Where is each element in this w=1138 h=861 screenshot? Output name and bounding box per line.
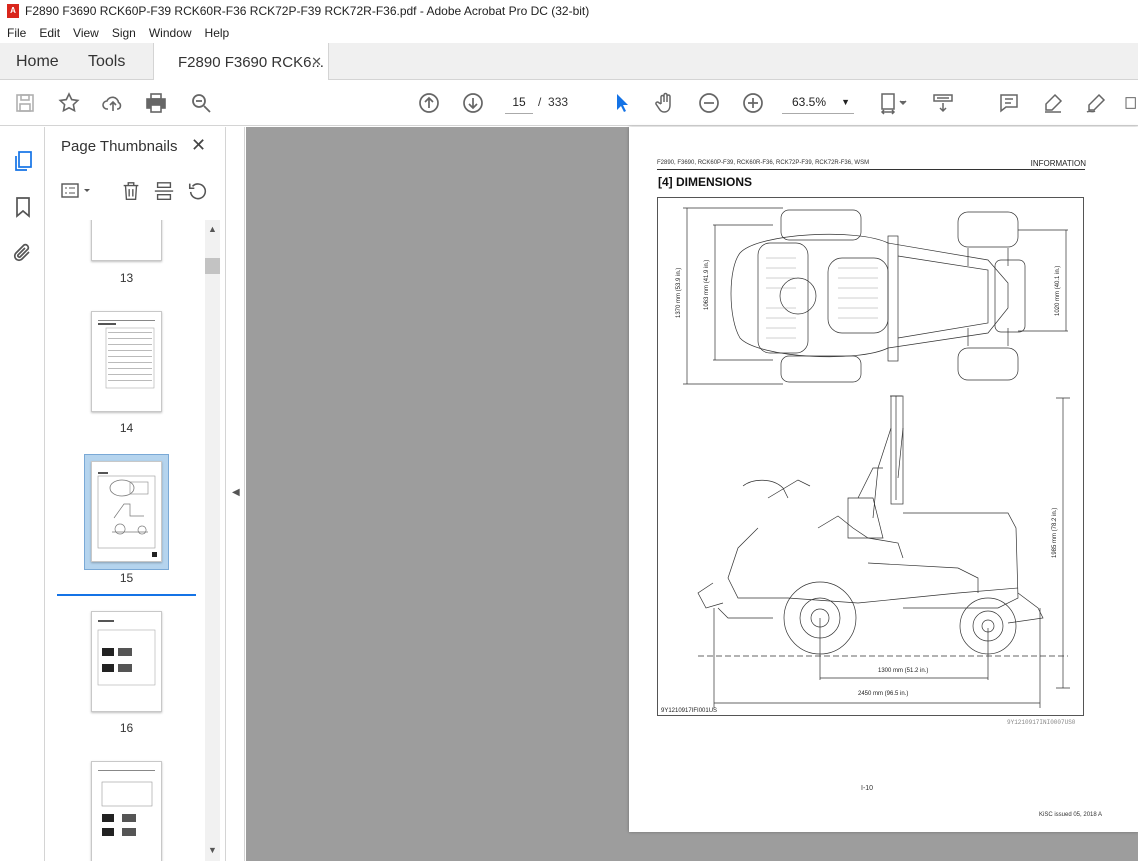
hand-tool-icon[interactable] <box>652 90 678 116</box>
scrollbar-thumb[interactable] <box>205 258 220 274</box>
save-icon[interactable] <box>12 90 38 116</box>
chevron-left-icon[interactable]: ◀ <box>232 487 240 498</box>
dimension-1020: 1020 mm (40.1 in.) <box>1055 265 1061 316</box>
tab-home[interactable]: Home <box>16 43 59 80</box>
tab-bar: Home Tools F2890 F3690 RCK6... ✕ <box>0 43 1138 81</box>
menu-file[interactable]: File <box>0 26 32 40</box>
next-page-icon[interactable] <box>460 90 486 116</box>
thumbnail-page-current[interactable] <box>91 461 162 562</box>
figure-code: 9Y1210917IFI001US <box>661 708 718 714</box>
left-rail <box>0 127 45 861</box>
thumbnail-page[interactable] <box>91 611 162 712</box>
zoom-search-icon[interactable] <box>188 90 214 116</box>
menu-view[interactable]: View <box>66 26 105 40</box>
delete-page-icon[interactable] <box>120 180 142 202</box>
tab-document-label: F2890 F3690 RCK6... <box>178 53 324 71</box>
thumbnail-page[interactable] <box>91 220 162 261</box>
bookmarks-icon[interactable] <box>11 195 35 219</box>
scroll-up-icon[interactable]: ▲ <box>208 224 217 234</box>
menu-sign[interactable]: Sign <box>105 26 142 40</box>
thumbnails-panel: Page Thumbnails ✕ 13 14 15 16 ▲ ▼ <box>46 127 226 861</box>
print-icon[interactable] <box>143 90 169 116</box>
menu-edit[interactable]: Edit <box>32 26 66 40</box>
toolbar: 15 / 333 63.5% ▼ <box>0 80 1138 126</box>
panel-collapse-handle[interactable]: ◀ <box>227 127 245 861</box>
thumbnail-page[interactable] <box>91 311 162 412</box>
thumbnail-label: 16 <box>119 721 134 735</box>
thumbnail-label: 15 <box>119 571 134 585</box>
zoom-level-value: 63.5% <box>792 95 827 109</box>
acrobat-pdf-icon: A <box>7 4 19 18</box>
close-panel-icon[interactable]: ✕ <box>191 135 206 156</box>
tab-tools[interactable]: Tools <box>88 43 125 80</box>
scroll-down-icon[interactable]: ▼ <box>208 845 217 855</box>
zoom-level-select[interactable]: 63.5% ▼ <box>782 91 854 114</box>
zoom-out-icon[interactable] <box>696 90 722 116</box>
more-tools-icon[interactable] <box>1122 90 1138 116</box>
comment-icon[interactable] <box>996 90 1022 116</box>
dimension-1370: 1370 mm (53.9 in.) <box>676 267 682 318</box>
thumbnails-list: 13 14 15 16 <box>46 220 206 861</box>
bookmark-star-icon[interactable] <box>56 90 82 116</box>
pdf-page: F2890, F3690, RCK60P-F39, RCK60R-F36, RC… <box>629 127 1138 832</box>
select-cursor-icon[interactable] <box>609 90 635 116</box>
scroll-mode-icon[interactable] <box>930 90 956 116</box>
rotate-page-icon[interactable] <box>187 180 209 202</box>
panel-title: Page Thumbnails <box>61 138 178 155</box>
dimension-1300: 1300 mm (51.2 in.) <box>878 668 929 674</box>
figure-frame: 1370 mm (53.9 in.) 1063 mm (41.9 in.) 10… <box>657 197 1084 716</box>
header-rule <box>657 169 1085 170</box>
menu-window[interactable]: Window <box>142 26 198 40</box>
thumbnail-label: 14 <box>119 421 134 435</box>
page-number: I-10 <box>861 785 874 792</box>
page-number-input[interactable]: 15 <box>505 91 533 114</box>
total-pages: 333 <box>548 95 569 109</box>
window-title: F2890 F3690 RCK60P-F39 RCK60R-F36 RCK72P… <box>25 4 590 18</box>
upload-cloud-icon[interactable] <box>100 90 126 116</box>
thumbnail-page[interactable] <box>91 761 162 861</box>
page-header-right: INFORMATION <box>1030 159 1086 168</box>
close-tab-icon[interactable]: ✕ <box>311 54 322 70</box>
section-title: [4] DIMENSIONS <box>658 175 753 189</box>
previous-page-icon[interactable] <box>416 90 442 116</box>
page-thumbnails-icon[interactable] <box>11 149 35 173</box>
drop-indicator <box>57 594 196 596</box>
thumbnails-scrollbar[interactable]: ▲ ▼ <box>205 220 220 861</box>
panel-toolbar <box>60 179 220 203</box>
thumbnail-options-icon[interactable] <box>60 181 94 201</box>
page-separator: / <box>538 95 542 109</box>
tab-document[interactable]: F2890 F3690 RCK6... ✕ <box>153 43 329 81</box>
zoom-in-icon[interactable] <box>740 90 766 116</box>
thumbnail-label: 13 <box>119 271 134 285</box>
attachments-icon[interactable] <box>11 241 35 265</box>
figure-code-right: 9Y1210917INI0007US0 <box>1007 719 1076 726</box>
extract-page-icon[interactable] <box>153 180 175 202</box>
menu-bar: File Edit View Sign Window Help <box>0 22 1138 43</box>
page-fit-icon[interactable] <box>876 90 912 116</box>
document-viewer[interactable]: F2890, F3690, RCK60P-F39, RCK60R-F36, RC… <box>246 127 1138 861</box>
dimension-2450: 2450 mm (96.5 in.) <box>858 691 909 697</box>
chevron-down-icon: ▼ <box>841 97 850 107</box>
highlight-pen-icon[interactable] <box>1040 90 1066 116</box>
mower-dimensions-drawing <box>683 207 1070 708</box>
dimension-1063: 1063 mm (41.9 in.) <box>704 259 710 310</box>
title-bar: A F2890 F3690 RCK60P-F39 RCK60R-F36 RCK7… <box>0 0 1138 22</box>
page-header-left: F2890, F3690, RCK60P-F39, RCK60R-F36, RC… <box>657 160 870 166</box>
sign-pen-icon[interactable] <box>1083 90 1109 116</box>
dimension-1985: 1985 mm (78.2 in.) <box>1052 507 1058 558</box>
page-footer: KiSC issued 05, 2018 A <box>1039 812 1103 818</box>
menu-help[interactable]: Help <box>198 26 236 40</box>
page-total-label: / 333 <box>538 91 568 114</box>
